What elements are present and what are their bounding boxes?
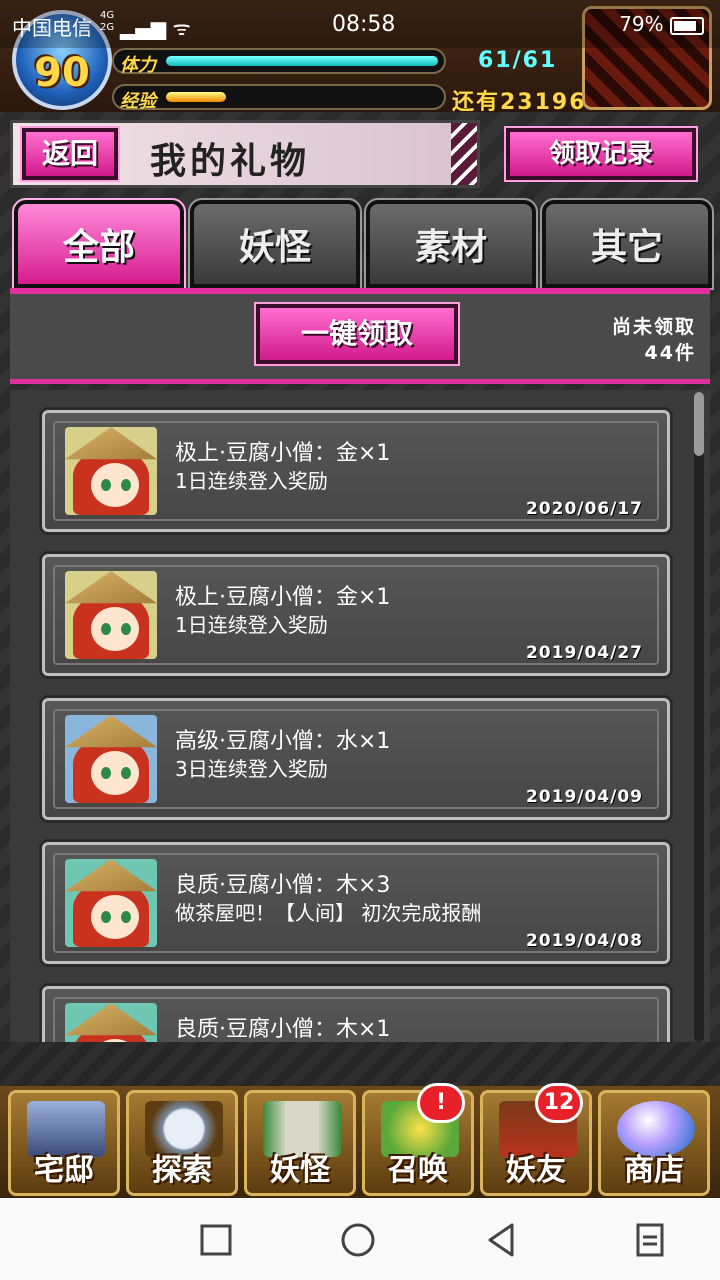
gift-date: 2020/06/17 bbox=[525, 499, 643, 519]
exp-remaining: 还有23196 bbox=[452, 90, 587, 115]
banner-stripe bbox=[451, 123, 477, 185]
gift-item[interactable]: 良质·豆腐小僧：木×3 做茶屋吧！【人间】 初次完成报酬 2019/04/08 bbox=[39, 839, 673, 967]
gift-name: 良质·豆腐小僧：木×3 bbox=[175, 873, 391, 898]
nav-summon[interactable]: 召唤 ! bbox=[362, 1083, 474, 1196]
gift-tabs: 全部 妖怪 素材 其它 bbox=[10, 198, 714, 296]
nav-friends[interactable]: 妖友 12 bbox=[480, 1083, 592, 1196]
nav-shop[interactable]: 商店 bbox=[598, 1090, 710, 1196]
claim-all-button[interactable]: 一键领取 bbox=[254, 302, 460, 366]
carrier-name: 中国电信 bbox=[12, 16, 92, 40]
battery-status: 79% bbox=[619, 12, 704, 36]
exp-label: 经验 bbox=[120, 91, 156, 112]
game-bottom-nav: 宅邸 探索 妖怪 召唤 ! 妖友 12 商店 bbox=[0, 1083, 720, 1198]
gift-description: 1日连续登入奖励 bbox=[175, 469, 328, 493]
clock: 08:58 bbox=[332, 12, 396, 37]
player-level: 90 bbox=[34, 50, 90, 96]
tofu-kozo-avatar-icon bbox=[65, 859, 157, 947]
menu-icon[interactable] bbox=[630, 1220, 670, 1260]
nav-label: 召唤 bbox=[388, 1153, 448, 1188]
nav-divider bbox=[0, 1042, 720, 1088]
tofu-kozo-avatar-icon bbox=[65, 715, 157, 803]
friend-count-badge: 12 bbox=[535, 1083, 583, 1123]
exp-fill bbox=[166, 92, 226, 102]
screen: 90 体力 61/61 经验 还有23196 中国电信 4G 2G ▂▄▆ ᯤ 0… bbox=[0, 0, 720, 1280]
nav-label: 商店 bbox=[624, 1153, 684, 1188]
page-title: 我的礼物 bbox=[150, 141, 311, 182]
tab-all[interactable]: 全部 bbox=[12, 198, 186, 290]
back-icon[interactable] bbox=[482, 1220, 522, 1260]
stamina-fill bbox=[166, 56, 438, 66]
tofu-kozo-avatar-icon bbox=[65, 1003, 157, 1042]
nav-mansion[interactable]: 宅邸 bbox=[8, 1090, 120, 1196]
gift-name: 高级·豆腐小僧：水×1 bbox=[175, 729, 391, 754]
summon-alert-badge: ! bbox=[417, 1083, 465, 1123]
scroll-thumb[interactable] bbox=[694, 392, 704, 456]
stamina-value: 61/61 bbox=[478, 48, 558, 73]
gift-name: 极上·豆腐小僧：金×1 bbox=[175, 585, 391, 610]
gift-date: 2019/04/09 bbox=[525, 787, 643, 807]
unclaimed-count: 44件 bbox=[644, 342, 696, 364]
signal-icon: ▂▄▆ ᯤ bbox=[120, 16, 191, 40]
unclaimed-counter: 尚未领取 44件 bbox=[612, 314, 696, 366]
exp-bar: 经验 bbox=[112, 84, 446, 112]
nav-label: 妖友 bbox=[506, 1153, 566, 1188]
home-icon[interactable] bbox=[338, 1220, 378, 1260]
gift-list-scrollbar[interactable] bbox=[694, 392, 704, 1042]
gift-item[interactable]: 良质·豆腐小僧：木×1 bbox=[39, 983, 673, 1042]
recent-apps-icon[interactable] bbox=[196, 1220, 236, 1260]
gift-item[interactable]: 高级·豆腐小僧：水×1 3日连续登入奖励 2019/04/09 bbox=[39, 695, 673, 823]
status-bar: 中国电信 4G 2G ▂▄▆ ᯤ 08:58 79% bbox=[0, 0, 720, 48]
gift-list[interactable]: 极上·豆腐小僧：金×1 1日连续登入奖励 2020/06/17 极上·豆腐小僧：… bbox=[10, 390, 710, 1042]
gift-date: 2019/04/27 bbox=[525, 643, 643, 663]
nav-explore[interactable]: 探索 bbox=[126, 1090, 238, 1196]
nav-label: 宅邸 bbox=[34, 1153, 94, 1188]
stamina-bar: 体力 bbox=[112, 48, 446, 76]
gift-description: 做茶屋吧！【人间】 初次完成报酬 bbox=[175, 901, 482, 925]
battery-icon bbox=[670, 16, 704, 35]
tofu-kozo-avatar-icon bbox=[65, 427, 157, 515]
network-type: 4G 2G bbox=[100, 10, 115, 33]
nav-label: 探索 bbox=[152, 1153, 212, 1188]
tofu-kozo-avatar-icon bbox=[65, 571, 157, 659]
unclaimed-label: 尚未领取 bbox=[611, 316, 696, 338]
gift-item[interactable]: 极上·豆腐小僧：金×1 1日连续登入奖励 2020/06/17 bbox=[39, 407, 673, 535]
battery-percent: 79% bbox=[619, 12, 664, 36]
system-nav-bar bbox=[0, 1198, 720, 1280]
claim-history-button[interactable]: 领取记录 bbox=[504, 126, 698, 182]
nav-label: 妖怪 bbox=[270, 1153, 330, 1188]
gift-description: 1日连续登入奖励 bbox=[175, 613, 328, 637]
gift-item[interactable]: 极上·豆腐小僧：金×1 1日连续登入奖励 2019/04/27 bbox=[39, 551, 673, 679]
tab-materials[interactable]: 素材 bbox=[364, 198, 538, 290]
gift-name: 极上·豆腐小僧：金×1 bbox=[175, 441, 391, 466]
stamina-label: 体力 bbox=[120, 55, 156, 76]
gift-description: 3日连续登入奖励 bbox=[175, 757, 328, 781]
back-button[interactable]: 返回 bbox=[20, 126, 120, 182]
gift-date: 2019/04/08 bbox=[525, 931, 643, 951]
gift-name: 良质·豆腐小僧：木×1 bbox=[175, 1017, 391, 1042]
tab-other[interactable]: 其它 bbox=[540, 198, 714, 290]
nav-yokai[interactable]: 妖怪 bbox=[244, 1090, 356, 1196]
tab-yokai[interactable]: 妖怪 bbox=[188, 198, 362, 290]
